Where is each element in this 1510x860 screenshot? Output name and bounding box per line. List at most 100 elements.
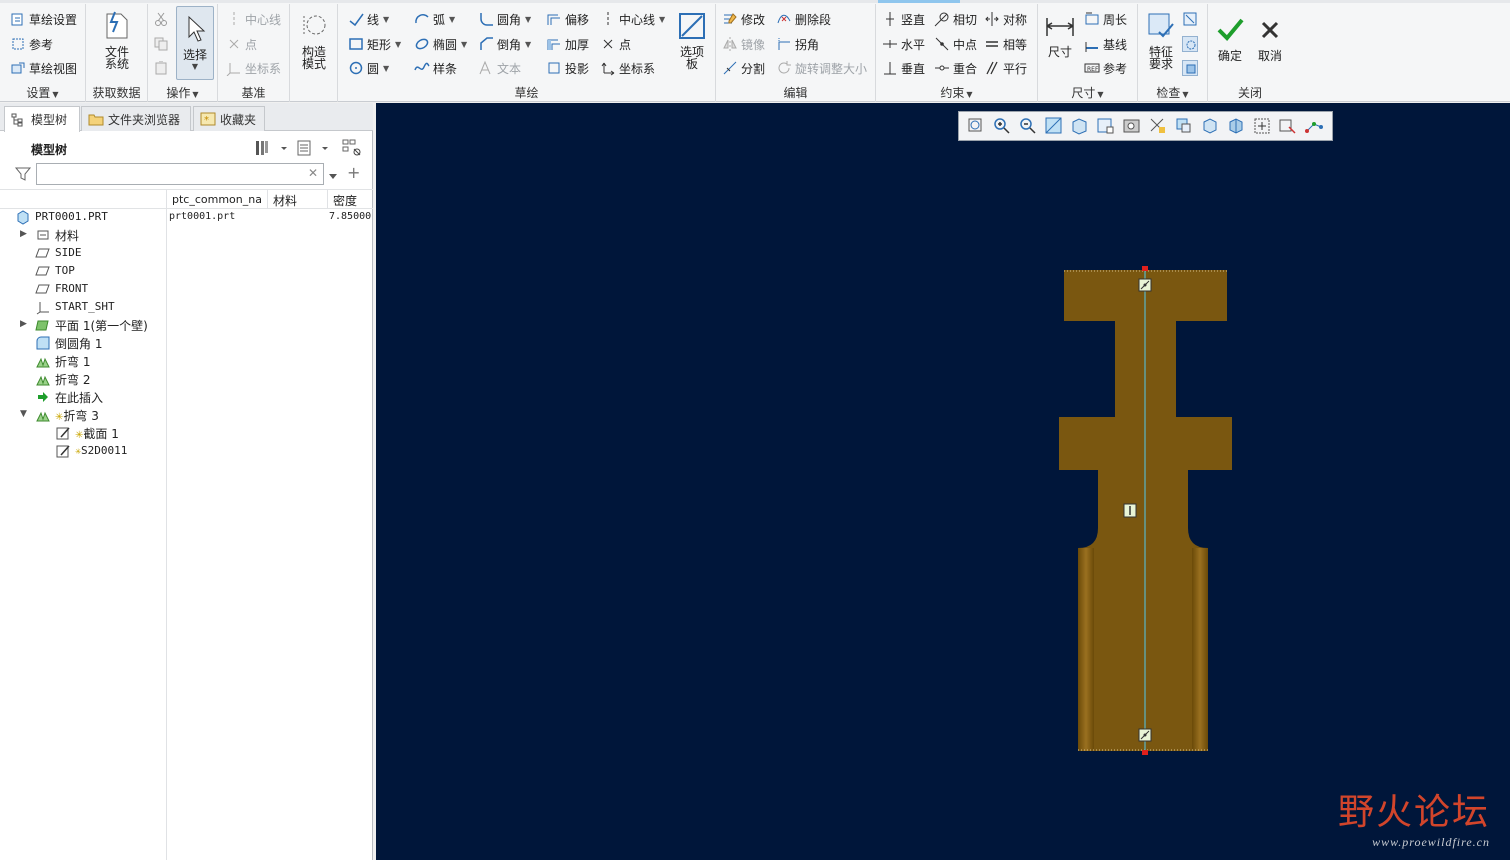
tree-search-input[interactable] [36,163,324,185]
bend-wall-right[interactable] [1192,548,1208,751]
tangent-constraint-button[interactable]: 相切 [934,8,977,30]
horizontal-constraint-button[interactable]: 水平 [882,33,925,55]
symmetric-constraint-button[interactable]: 对称 [984,8,1027,30]
expand-arrow-icon[interactable]: ▶ [20,229,30,239]
tab-folder-browser[interactable]: 文件夹浏览器 [81,106,191,131]
file-system-button[interactable]: 文件 系统 [98,10,136,70]
sketch-point-button[interactable]: 点 [600,33,631,55]
equal-constraint-button[interactable]: 相等 [984,33,1027,55]
ellipse-button[interactable]: 椭圆 ▼ [414,33,467,55]
tree-row-material[interactable]: ▶ 材料 [0,226,373,244]
perimeter-button[interactable]: 周长 [1084,8,1127,30]
vertex-marker[interactable] [1142,266,1148,271]
tree-row-planar-wall[interactable]: ▶ 平面 1(第一个壁) [0,316,373,334]
group-label-operations[interactable]: 操作 ▼ [148,84,217,100]
tree-row-round[interactable]: 倒圆角 1 [0,334,373,352]
column-density[interactable]: 密度 [333,192,371,209]
dimension-button[interactable]: 尺寸 [1042,10,1078,58]
show-dropdown[interactable] [296,139,332,157]
group-label-dimension[interactable]: 尺寸 ▼ [1038,84,1137,100]
chamfer-button[interactable]: 倒角 ▼ [478,33,531,55]
vertex-marker[interactable] [1142,750,1148,755]
palette-button[interactable]: 选项 板 [674,10,710,70]
datum-centerline-button[interactable]: 中心线 [226,8,281,30]
overlap-check-button[interactable] [1182,8,1201,30]
baseline-button[interactable]: 基线 [1084,33,1127,55]
group-label-settings[interactable]: 设置 ▼ [0,84,85,100]
paste-button[interactable] [153,57,172,79]
select-button[interactable]: 选择 ▼ [176,6,214,80]
corner-button[interactable]: 拐角 [776,33,819,55]
filter-icon[interactable] [14,166,32,182]
rotate-resize-button[interactable]: 旋转调整大小 [776,57,867,79]
tree-row-datum-plane[interactable]: SIDE [0,244,373,262]
bend-wall-left[interactable] [1078,548,1094,751]
graphics-area[interactable]: 野火论坛 www.proewildfire.cn [376,103,1510,860]
perpendicular-constraint-button[interactable]: 垂直 [882,57,925,79]
cut-button[interactable] [153,8,172,30]
line-button[interactable]: 线 ▼ [348,8,389,30]
rectangle-button[interactable]: 矩形 ▼ [348,33,401,55]
tree-row-bend[interactable]: 折弯 2 [0,370,373,388]
coincident-constraint-button[interactable]: 重合 [934,57,977,79]
rectangle-icon [348,36,364,52]
circle-button[interactable]: 圆 ▼ [348,57,389,79]
shade-closed-loops-button[interactable] [1182,57,1201,79]
part-model[interactable] [376,103,1510,860]
tree-row-sketch[interactable]: ✳S2D0011 [0,442,373,460]
modify-button[interactable]: 修改 [722,8,765,30]
sketch-csys-button[interactable]: 坐标系 [600,57,655,79]
expand-arrow-icon[interactable]: ▶ [20,319,30,329]
cancel-button[interactable]: 取消 [1252,14,1288,62]
project-button[interactable]: 投影 [546,57,589,79]
tab-model-tree[interactable]: 模型树 [4,106,80,132]
tree-row-bend-active[interactable]: ▼ ✳折弯 3 [0,406,373,424]
coincident-constraint-icon[interactable] [1138,278,1152,292]
mirror-button[interactable]: 镜像 [722,33,765,55]
delete-segment-button[interactable]: 删除段 [776,8,831,30]
tree-row-csys[interactable]: START_SHT [0,298,373,316]
column-display-button[interactable] [342,138,364,158]
clear-search-icon[interactable]: ✕ [308,167,320,179]
tree-row-section[interactable]: ✳截面 1 [0,424,373,442]
ok-button[interactable]: 确定 [1212,14,1248,62]
arc-button[interactable]: 弧 ▼ [414,8,455,30]
sketch-view-button[interactable]: 草绘视图 [10,57,77,79]
spline-button[interactable]: 样条 [414,57,457,79]
coincident-constraint-icon[interactable] [1138,728,1152,742]
tree-row-bend[interactable]: 折弯 1 [0,352,373,370]
reference-dimension-button[interactable]: REF 参考 [1084,57,1127,79]
text-button[interactable]: 文本 [478,57,521,79]
offset-button[interactable]: 偏移 [546,8,589,30]
sketch-setup-button[interactable]: 草绘设置 [10,8,77,30]
column-material[interactable]: 材料 [273,192,323,209]
sketch-centerline-button[interactable]: 中心线 ▼ [600,8,665,30]
divide-button[interactable]: 分割 [722,57,765,79]
group-label-inspect[interactable]: 检查 ▼ [1138,84,1207,100]
tree-row-datum-plane[interactable]: FRONT [0,280,373,298]
tree-row-part[interactable]: PRT0001.PRT prt0001.prt 7.85000 [0,208,373,226]
tree-title: 模型树 [31,143,68,157]
copy-button[interactable] [153,33,172,55]
add-filter-icon[interactable]: + [347,165,363,181]
feature-requirements-button[interactable]: 特征 要求 [1142,10,1180,70]
highlight-open-ends-button[interactable] [1182,33,1201,55]
search-options-dropdown[interactable] [328,170,338,180]
fillet-button[interactable]: 圆角 ▼ [478,8,531,30]
tree-row-datum-plane[interactable]: TOP [0,262,373,280]
collapse-arrow-icon[interactable]: ▼ [20,409,30,419]
datum-point-button[interactable]: 点 [226,33,257,55]
tab-favorites[interactable]: * 收藏夹 [193,106,265,131]
parallel-constraint-button[interactable]: 平行 [984,57,1027,79]
construction-mode-button[interactable]: 构造 模式 [296,10,332,70]
tree-row-insert-here[interactable]: 在此插入 [0,388,373,406]
vertical-constraint-button[interactable]: 竖直 [882,8,925,30]
references-button[interactable]: 参考 [10,33,53,55]
group-label-constrain[interactable]: 约束 ▼ [876,84,1037,100]
thicken-button[interactable]: 加厚 [546,33,589,55]
datum-csys-button[interactable]: 坐标系 [226,57,281,79]
midpoint-constraint-button[interactable]: 中点 [934,33,977,55]
vertical-constraint-icon[interactable] [1123,503,1137,518]
column-common-name[interactable]: ptc_common_name [172,193,262,206]
settings-dropdown[interactable] [254,139,290,157]
